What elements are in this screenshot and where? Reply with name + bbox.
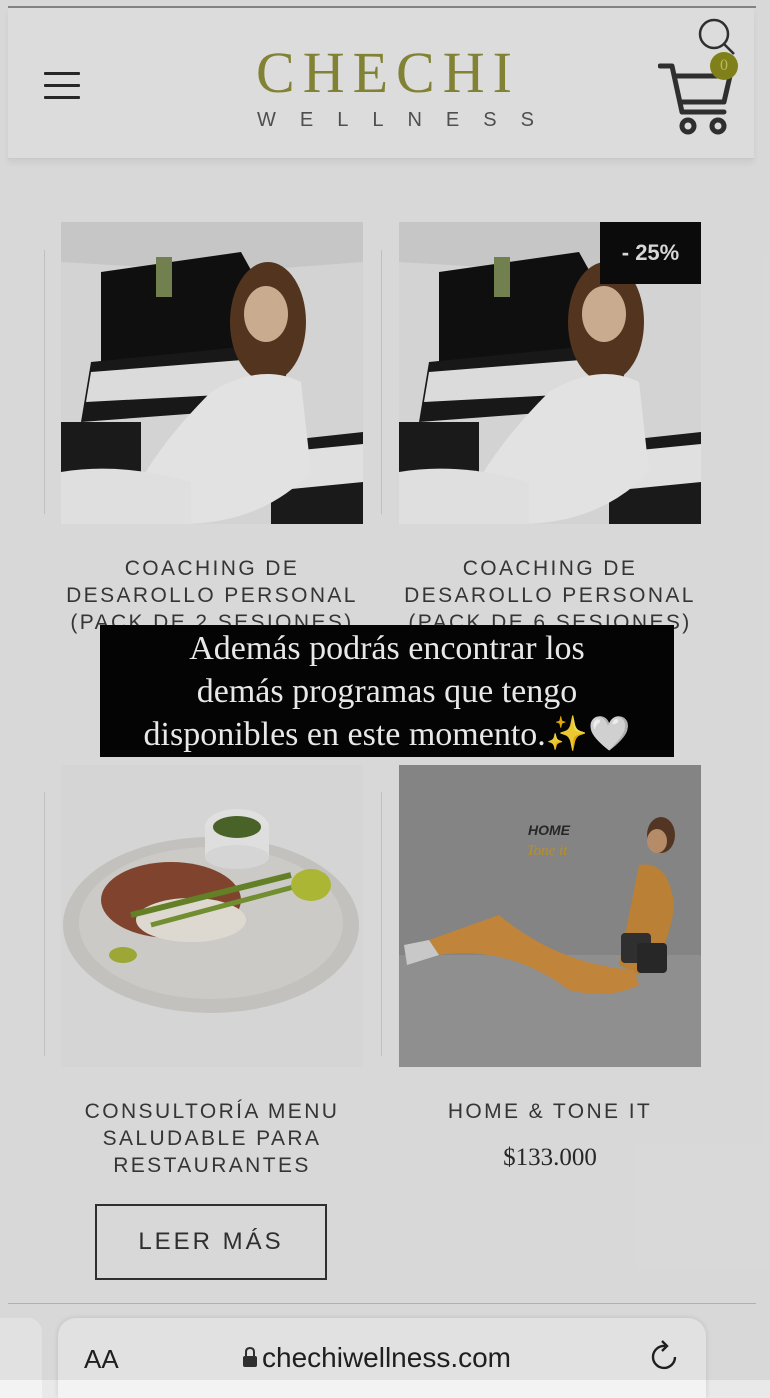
woman-at-piano-photo	[61, 222, 363, 524]
read-more-button[interactable]: LEER MÁS	[95, 1204, 327, 1280]
hamburger-menu-icon[interactable]	[44, 72, 80, 100]
content-bottom-divider	[8, 1303, 756, 1304]
browser-address-bar[interactable]: AA chechiwellness.com	[58, 1318, 706, 1398]
product-title-home-tone-it[interactable]: HOME & TONE IT	[394, 1098, 706, 1125]
discount-badge: - 25%	[600, 222, 701, 284]
image-text-tone-it: Tone it	[527, 843, 569, 859]
site-header: CHECHI WELLNESS 0	[8, 8, 754, 159]
column-divider	[381, 250, 382, 514]
healthy-plate-photo	[61, 765, 363, 1067]
product-title-line: SALUDABLE PARA	[102, 1127, 322, 1150]
story-caption: Además podrás encontrar los demás progra…	[100, 625, 674, 757]
previous-tab-edge[interactable]	[0, 1318, 42, 1398]
product-price: $133.000	[503, 1144, 597, 1171]
caption-line: disponibles en este momento.✨🤍	[143, 716, 631, 753]
product-title-line: DESAROLLO PERSONAL	[66, 584, 358, 607]
logo-text[interactable]: CHECHI	[243, 44, 533, 102]
product-image-home-tone-it[interactable]: HOME Tone it	[399, 765, 701, 1067]
caption-line: demás programas que tengo	[196, 673, 578, 710]
reload-icon[interactable]	[648, 1340, 682, 1374]
product-title-line: COACHING DE	[124, 557, 300, 580]
product-title-line: COACHING DE	[462, 557, 638, 580]
column-divider	[44, 792, 45, 1056]
cart-count-badge: 0	[710, 52, 738, 80]
product-title-line: DESAROLLO PERSONAL	[404, 584, 696, 607]
product-title-coaching-6[interactable]: COACHING DE DESAROLLO PERSONAL (PACK DE …	[394, 555, 706, 636]
workout-woman-photo: HOME Tone it	[399, 765, 701, 1067]
caption-line: Además podrás encontrar los	[189, 630, 585, 667]
column-divider	[44, 250, 45, 514]
product-image-coaching-2[interactable]	[61, 222, 363, 524]
url-text[interactable]: chechiwellness.com	[262, 1342, 511, 1374]
product-title-line: CONSULTORÍA MENU	[84, 1100, 340, 1123]
text-size-button[interactable]: AA	[84, 1344, 119, 1375]
product-title-coaching-2[interactable]: COACHING DE DESAROLLO PERSONAL (PACK DE …	[56, 555, 368, 636]
column-divider	[381, 792, 382, 1056]
lock-icon	[243, 1346, 257, 1367]
product-title-line: RESTAURANTES	[113, 1154, 311, 1177]
image-text-home: HOME	[528, 822, 571, 838]
product-title-consultoria[interactable]: CONSULTORÍA MENU SALUDABLE PARA RESTAURA…	[56, 1098, 368, 1179]
product-image-consultoria[interactable]	[61, 765, 363, 1067]
product-title-line: HOME & TONE IT	[447, 1100, 653, 1123]
search-icon[interactable]	[696, 16, 736, 56]
logo-subtitle: WELLNESS	[257, 109, 558, 131]
